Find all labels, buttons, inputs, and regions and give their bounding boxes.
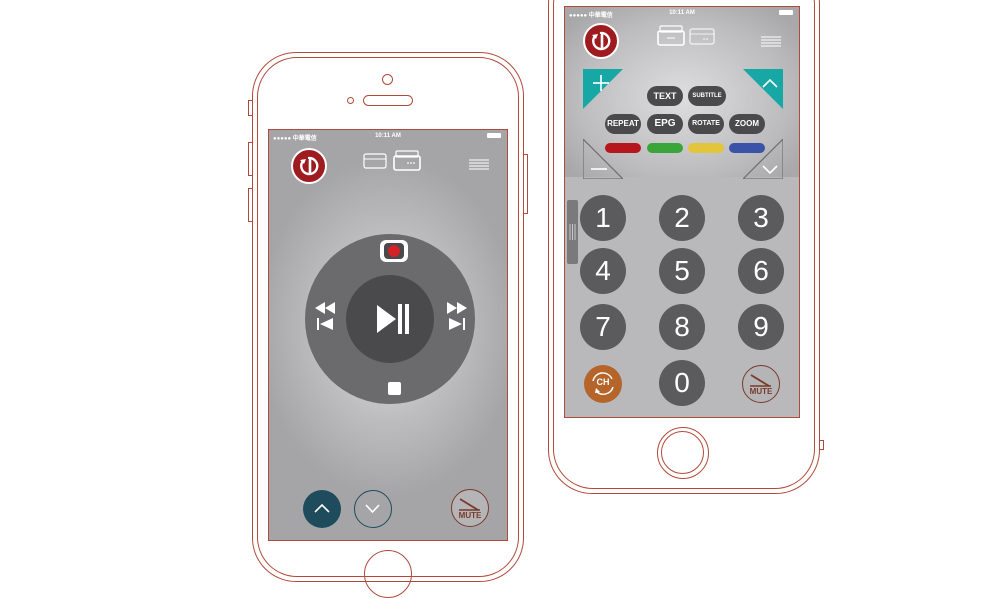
fast-forward-button[interactable]	[445, 300, 469, 334]
right-side-button	[524, 154, 528, 214]
stop-button[interactable]	[388, 382, 401, 395]
digit-9-button[interactable]: 9	[738, 304, 784, 350]
grip-icon	[569, 224, 576, 240]
yellow-button[interactable]	[688, 143, 724, 153]
front-camera	[382, 74, 393, 85]
settop-box-icon[interactable]	[393, 150, 421, 172]
digit-3-button[interactable]: 3	[738, 195, 784, 241]
drawer-handle[interactable]	[567, 200, 578, 264]
fast-forward-icon	[447, 302, 467, 330]
channel-down-button[interactable]	[354, 490, 392, 528]
repeat-button[interactable]: REPEAT	[605, 114, 641, 134]
mute-label: MUTE	[458, 511, 482, 520]
mute-label: MUTE	[749, 387, 773, 396]
right-phone-side-button	[820, 440, 824, 450]
mute-button[interactable]: MUTE	[742, 365, 780, 403]
digit-1-button[interactable]: 1	[580, 195, 626, 241]
right-screen: ●●●●● 中華電信 10:11 AM TEXT SUBTITLE REPEAT…	[564, 6, 800, 418]
zoom-button[interactable]: ZOOM	[729, 114, 765, 134]
channel-swap-label: CH	[596, 377, 610, 387]
power-button[interactable]	[291, 148, 327, 184]
earpiece-speaker	[363, 95, 413, 106]
tv-device-icon[interactable]	[657, 25, 685, 47]
digit-4-button[interactable]: 4	[580, 248, 626, 294]
channel-up-button[interactable]	[743, 69, 783, 109]
blue-button[interactable]	[729, 143, 765, 153]
green-button[interactable]	[647, 143, 683, 153]
epg-button[interactable]: EPG	[647, 114, 683, 134]
digit-8-button[interactable]: 8	[659, 304, 705, 350]
clock-label: 10:11 AM	[375, 133, 401, 139]
power-button[interactable]	[583, 23, 619, 59]
settop-box-icon[interactable]	[689, 27, 715, 47]
battery-icon	[487, 133, 501, 138]
text-button[interactable]: TEXT	[647, 86, 683, 106]
subtitle-button[interactable]: SUBTITLE	[688, 86, 726, 106]
clock-label: 10:11 AM	[669, 10, 695, 16]
channel-swap-button[interactable]: CH	[584, 365, 622, 403]
left-phone: ●●●●● 中華電信 10:11 AM MUTE	[248, 52, 528, 598]
status-bar: ●●●●● 中華電信 10:11 AM	[565, 7, 799, 19]
record-button[interactable]	[380, 240, 408, 262]
chevron-down-icon	[365, 504, 380, 514]
front-sensor	[347, 97, 354, 104]
power-icon	[300, 156, 319, 176]
left-screen: ●●●●● 中華電信 10:11 AM MUTE	[268, 129, 508, 541]
left-side-button-2	[248, 142, 252, 176]
left-side-button-1	[248, 100, 252, 116]
rewind-button[interactable]	[313, 300, 337, 334]
rewind-icon	[315, 302, 335, 330]
menu-icon[interactable]	[469, 157, 489, 170]
battery-icon	[779, 10, 793, 15]
channel-up-button[interactable]	[303, 490, 341, 528]
play-pause-button[interactable]	[346, 275, 434, 363]
menu-icon[interactable]	[761, 34, 781, 47]
right-home-button[interactable]	[657, 427, 709, 479]
rotate-button[interactable]: ROTATE	[688, 114, 724, 134]
right-phone: ●●●●● 中華電信 10:11 AM TEXT SUBTITLE REPEAT…	[548, 0, 824, 494]
digit-7-button[interactable]: 7	[580, 304, 626, 350]
digit-6-button[interactable]: 6	[738, 248, 784, 294]
power-icon	[592, 31, 611, 51]
mute-button[interactable]: MUTE	[451, 489, 489, 527]
status-bar: ●●●●● 中華電信 10:11 AM	[269, 130, 507, 142]
left-side-button-3	[248, 188, 252, 222]
tv-device-icon[interactable]	[363, 151, 387, 171]
volume-up-button[interactable]	[583, 69, 623, 109]
red-button[interactable]	[605, 143, 641, 153]
play-pause-icon	[377, 304, 409, 334]
digit-0-button[interactable]: 0	[659, 360, 705, 406]
digit-2-button[interactable]: 2	[659, 195, 705, 241]
chevron-up-icon	[314, 503, 330, 513]
home-button[interactable]	[364, 550, 412, 598]
digit-5-button[interactable]: 5	[659, 248, 705, 294]
